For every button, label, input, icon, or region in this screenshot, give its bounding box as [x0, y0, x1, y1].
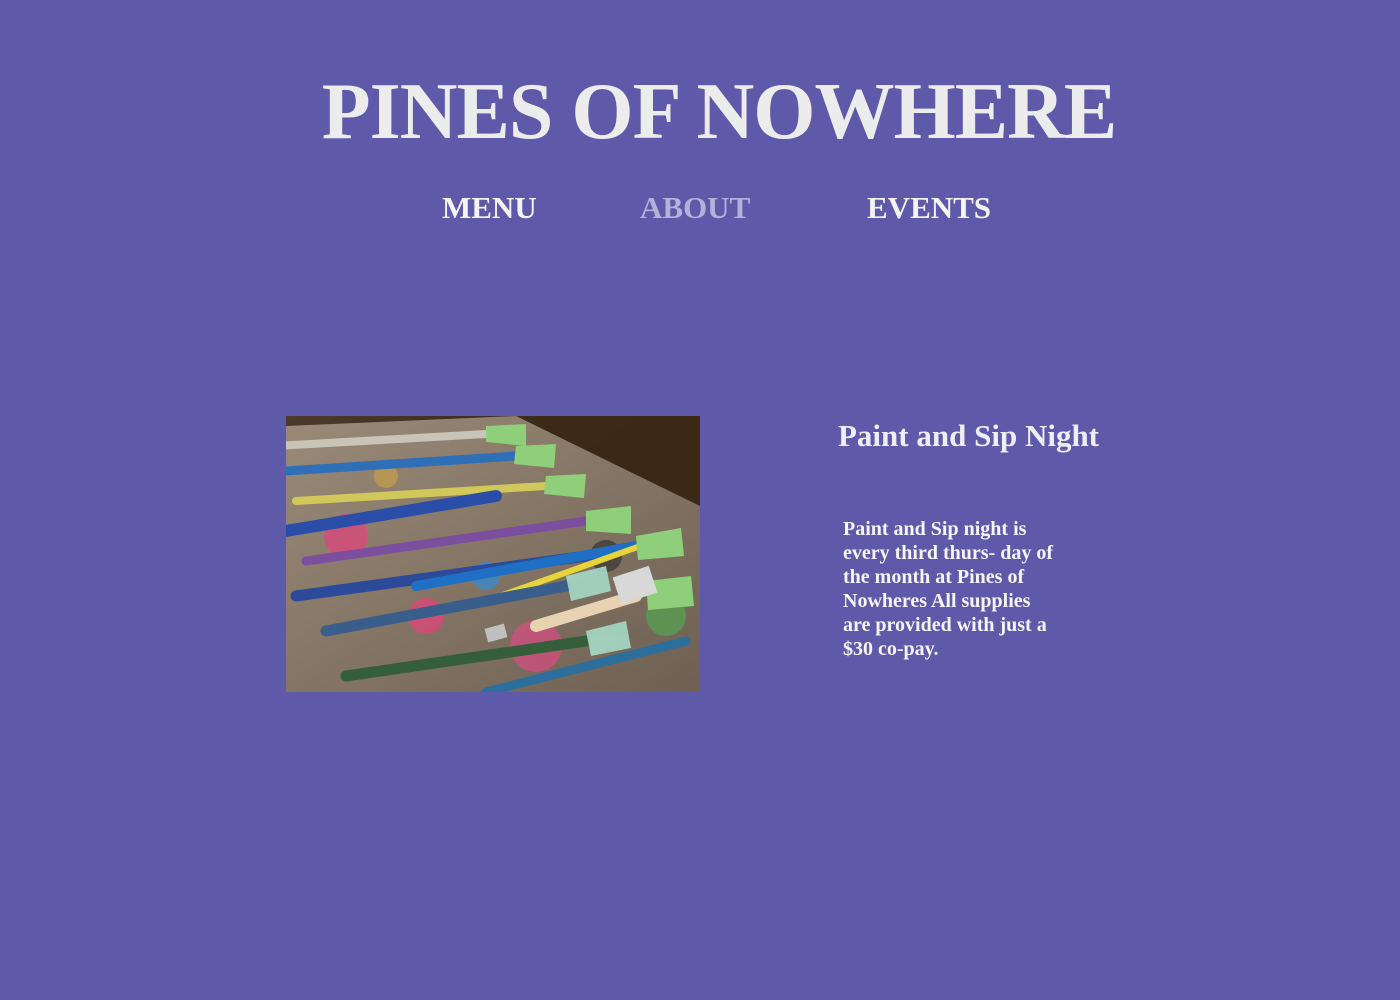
nav-about-link[interactable]: ABOUT: [640, 188, 750, 228]
event-title: Paint and Sip Night: [838, 418, 1100, 453]
nav-menu-link[interactable]: MENU: [442, 188, 537, 228]
nav-events-link[interactable]: EVENTS: [867, 188, 991, 228]
event-photo: [286, 416, 700, 692]
event-description: Paint and Sip night is every third thurs…: [843, 518, 1053, 660]
site-title: PINES OF NOWHERE: [321, 68, 1117, 156]
paint-brushes-image: [286, 416, 700, 692]
